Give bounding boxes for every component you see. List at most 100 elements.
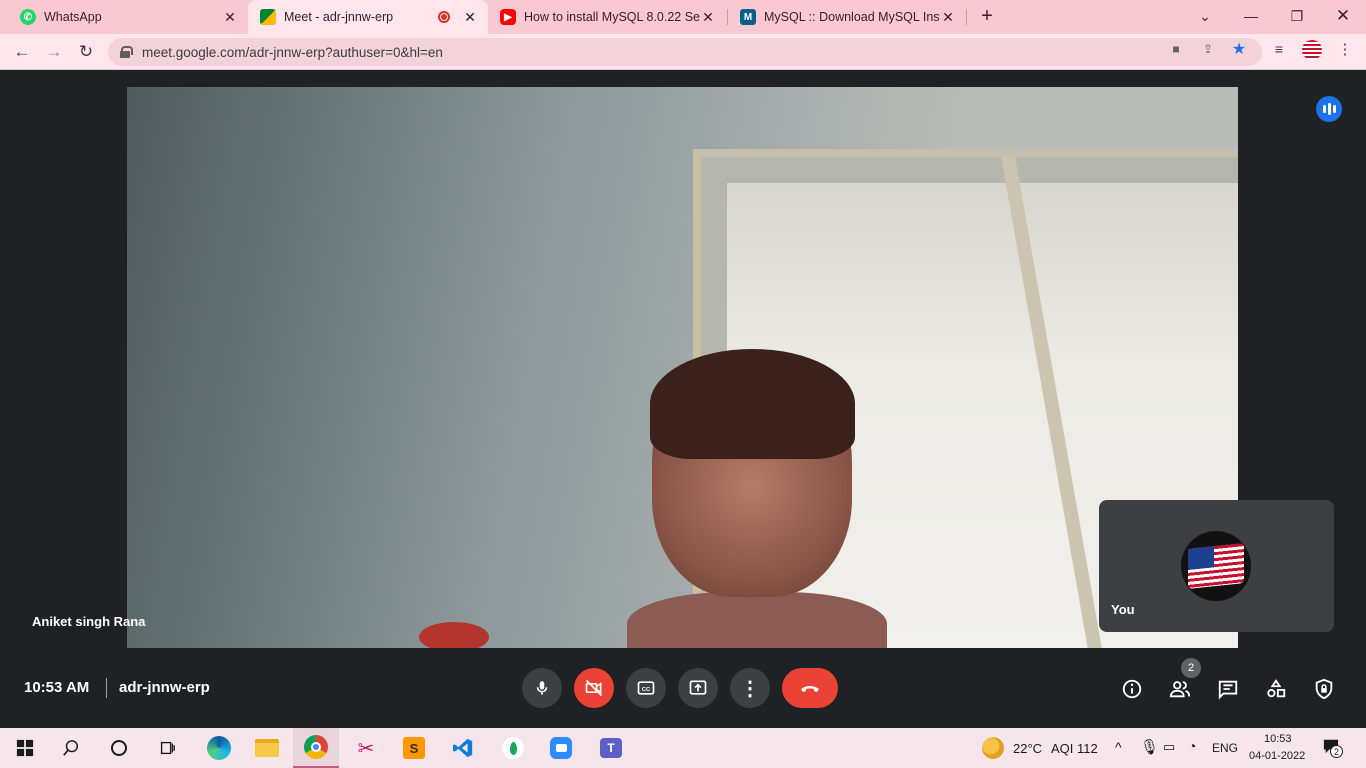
profile-avatar[interactable] xyxy=(1302,40,1322,60)
tab-title: Meet - adr-jnnw-erp xyxy=(284,10,394,24)
camera-off-button[interactable] xyxy=(574,668,614,708)
clock-date[interactable]: 04-01-2022 xyxy=(1249,750,1305,762)
tab-mysql-download[interactable]: M MySQL :: Download MySQL Insta ✕ xyxy=(728,0,966,34)
host-controls-button[interactable] xyxy=(1310,675,1338,703)
meet-control-bar: 10:53 AM adr-jnnw-erp CC ⋮ 2 xyxy=(0,658,1366,728)
minimize-icon: — xyxy=(1244,8,1258,24)
vscode-icon xyxy=(452,738,473,758)
wifi-icon[interactable]: ◔ xyxy=(1188,738,1196,754)
svg-text:CC: CC xyxy=(642,687,651,693)
reload-button[interactable]: ↻ xyxy=(74,40,98,64)
share-icon[interactable]: ⇪ xyxy=(1200,42,1216,56)
cortana-button[interactable] xyxy=(96,728,142,768)
address-bar[interactable]: meet.google.com/adr-jnnw-erp?authuser=0&… xyxy=(108,38,1262,66)
input-language[interactable]: ENG xyxy=(1212,741,1238,755)
google-meet-icon xyxy=(260,9,276,25)
youtube-icon: ▶ xyxy=(500,9,516,25)
captions-button[interactable]: CC xyxy=(626,668,666,708)
lock-icon xyxy=(120,46,133,58)
task-view-button[interactable] xyxy=(144,728,190,768)
taskbar-zoom[interactable] xyxy=(538,728,584,768)
shield-lock-icon xyxy=(1315,678,1333,700)
taskbar-file-explorer[interactable] xyxy=(244,728,290,768)
info-icon xyxy=(1122,679,1142,699)
taskbar-edge[interactable] xyxy=(196,728,242,768)
close-tab-icon[interactable]: ✕ xyxy=(940,9,956,25)
taskbar-sublime-text[interactable]: S xyxy=(391,728,437,768)
tab-title: MySQL :: Download MySQL Insta xyxy=(764,10,940,24)
divider xyxy=(106,678,107,698)
leave-call-button[interactable] xyxy=(782,668,838,708)
whatsapp-icon: ✆ xyxy=(20,9,36,25)
air-quality-index[interactable]: AQI 112 xyxy=(1051,741,1098,756)
minimize-button[interactable]: — xyxy=(1228,0,1274,32)
edge-icon xyxy=(207,736,231,760)
close-tab-icon[interactable]: ✕ xyxy=(222,9,238,25)
call-end-icon xyxy=(801,686,819,692)
clock-time[interactable]: 10:53 xyxy=(1264,733,1292,745)
meeting-time: 10:53 AM xyxy=(24,679,90,696)
taskbar-search-button[interactable] xyxy=(48,728,94,768)
weather-temperature[interactable]: 22°C xyxy=(1013,741,1042,756)
tab-title: How to install MySQL 8.0.22 Serv xyxy=(524,10,700,24)
self-video-tile[interactable]: You xyxy=(1099,500,1334,632)
tab-youtube-mysql[interactable]: ▶ How to install MySQL 8.0.22 Serv ✕ xyxy=(488,0,726,34)
start-button[interactable] xyxy=(2,728,48,768)
close-icon: ✕ xyxy=(1335,6,1351,25)
taskbar-chrome[interactable] xyxy=(293,728,339,768)
back-button[interactable]: ← xyxy=(10,40,34,64)
reload-icon: ↻ xyxy=(78,42,94,61)
close-tab-icon[interactable]: ✕ xyxy=(462,9,478,25)
mysql-icon: M xyxy=(740,9,756,25)
arrow-left-icon: ← xyxy=(13,42,31,61)
self-tile-label: You xyxy=(1111,602,1135,617)
us-flag-icon xyxy=(1188,543,1244,589)
new-tab-button[interactable]: + xyxy=(976,5,998,27)
people-button[interactable] xyxy=(1166,675,1194,703)
windows-taskbar: ✂ S T 22°C AQI 112 ^ 🎙 ▭ ◔ ENG 10:53 04-… xyxy=(0,728,1366,768)
taskbar-vscode[interactable] xyxy=(440,728,486,768)
activities-button[interactable] xyxy=(1262,675,1290,703)
taskbar-teams[interactable]: T xyxy=(588,728,634,768)
notifications-button[interactable]: 2 xyxy=(1322,738,1344,758)
address-bar-url[interactable]: meet.google.com/adr-jnnw-erp?authuser=0&… xyxy=(142,45,443,60)
avatar xyxy=(1181,531,1251,601)
speaker-name: Aniket singh Rana xyxy=(32,614,146,629)
microphone-in-use-icon[interactable]: 🎙 xyxy=(1140,738,1159,756)
tab-separator xyxy=(966,9,967,25)
taskbar-mongodb-compass[interactable] xyxy=(490,728,536,768)
meeting-details-button[interactable] xyxy=(1118,675,1146,703)
weather-icon[interactable] xyxy=(982,737,1004,759)
present-screen-icon xyxy=(689,680,707,695)
restore-button[interactable]: ❐ xyxy=(1274,0,1320,32)
notification-count: 2 xyxy=(1330,745,1343,758)
windows-logo-icon xyxy=(16,739,34,757)
video-person-hair xyxy=(650,349,855,459)
media-control-icon[interactable]: ≡ xyxy=(1271,41,1287,57)
teams-icon: T xyxy=(600,738,622,758)
more-options-button[interactable]: ⋮ xyxy=(730,668,770,708)
camera-in-use-icon[interactable]: ■ xyxy=(1168,42,1184,56)
task-view-icon xyxy=(160,741,175,755)
battery-icon[interactable]: ▭ xyxy=(1163,739,1175,755)
chat-icon xyxy=(1218,680,1238,700)
tab-whatsapp[interactable]: ✆ WhatsApp ✕ xyxy=(8,0,248,34)
close-tab-icon[interactable]: ✕ xyxy=(700,9,716,25)
microphone-button[interactable] xyxy=(522,668,562,708)
forward-button[interactable]: → xyxy=(42,40,66,64)
close-window-button[interactable]: ✕ xyxy=(1320,0,1366,32)
tab-meet[interactable]: Meet - adr-jnnw-erp ✕ xyxy=(248,0,488,34)
restore-icon: ❐ xyxy=(1290,7,1304,24)
bookmark-star-icon[interactable]: ★ xyxy=(1231,41,1247,58)
audio-level-icon xyxy=(1316,96,1342,122)
show-hidden-icons-icon[interactable]: ^ xyxy=(1115,739,1122,755)
taskbar-snipping-tool[interactable]: ✂ xyxy=(343,728,389,768)
camera-off-icon xyxy=(585,679,603,697)
tab-search-button[interactable]: ⌄ xyxy=(1182,0,1228,32)
present-screen-button[interactable] xyxy=(678,668,718,708)
chat-button[interactable] xyxy=(1214,675,1242,703)
search-icon xyxy=(63,740,79,756)
folder-icon xyxy=(255,739,279,757)
scissors-icon: ✂ xyxy=(357,737,375,760)
more-vert-icon[interactable]: ⋮ xyxy=(1337,41,1353,58)
